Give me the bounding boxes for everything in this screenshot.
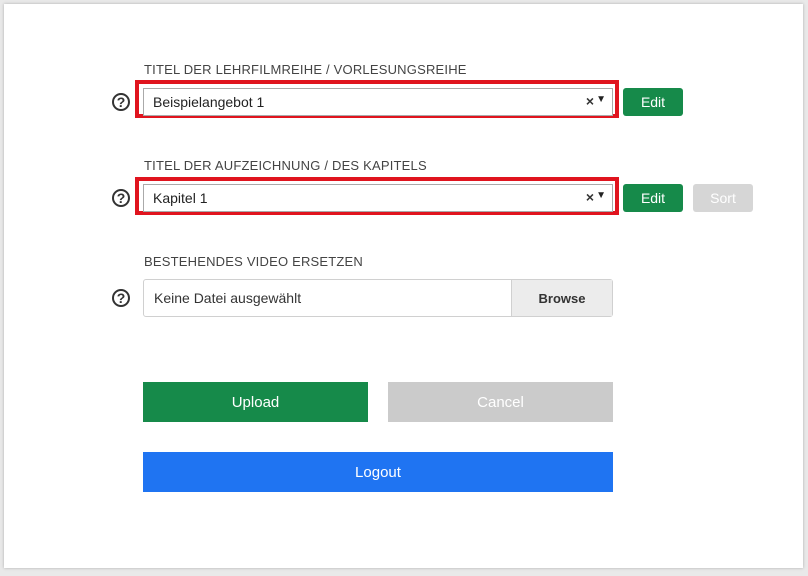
browse-button[interactable]: Browse [511,280,612,316]
help-icon[interactable]: ? [112,289,130,307]
chapter-select-value: Kapitel 1 [153,190,208,206]
chapter-edit-button[interactable]: Edit [623,184,683,212]
chapter-sort-button[interactable]: Sort [693,184,753,212]
series-select-value: Beispielangebot 1 [153,94,265,110]
clear-icon[interactable]: × [586,189,594,205]
series-title-label: TITEL DER LEHRFILMREIHE / VORLESUNGSREIH… [144,62,467,77]
series-edit-button[interactable]: Edit [623,88,683,116]
cancel-button[interactable]: Cancel [388,382,613,422]
upload-button[interactable]: Upload [143,382,368,422]
file-input[interactable]: Keine Datei ausgewählt Browse [143,279,613,317]
chapter-select[interactable]: Kapitel 1 × ▼ [143,184,613,212]
help-icon[interactable]: ? [112,93,130,111]
replace-video-label: BESTEHENDES VIDEO ERSETZEN [144,254,364,269]
chapter-title-label: TITEL DER AUFZEICHNUNG / DES KAPITELS [144,158,427,173]
clear-icon[interactable]: × [586,93,594,109]
logout-button[interactable]: Logout [143,452,613,492]
file-status-text: Keine Datei ausgewählt [154,290,302,306]
help-icon[interactable]: ? [112,189,130,207]
chevron-down-icon[interactable]: ▼ [596,94,606,105]
series-select[interactable]: Beispielangebot 1 × ▼ [143,88,613,116]
chevron-down-icon[interactable]: ▼ [596,190,606,201]
